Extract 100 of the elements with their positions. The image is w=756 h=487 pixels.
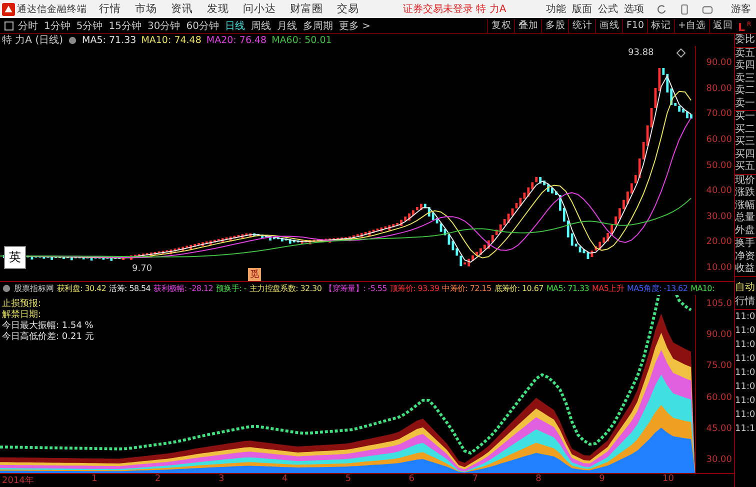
indicator-value: MA10: [690, 284, 714, 293]
quote-field-label: 涨跌 [735, 187, 756, 200]
quote-tab[interactable]: 行情 [735, 294, 756, 310]
quote-field-label: 买四 [735, 148, 756, 161]
indicator-axis-label: 105.0 [705, 299, 732, 309]
price-axis-label: 40.00 [705, 186, 732, 196]
event-marker[interactable]: 觅 [248, 268, 261, 281]
ma-value: MA20: 76.48 [206, 34, 267, 46]
menu-item[interactable]: 发现 [207, 2, 229, 16]
period-tab[interactable]: 日线 [224, 18, 245, 32]
refresh-icon[interactable] [656, 4, 668, 14]
indicator-value: 预换手: - [216, 283, 246, 294]
quote-field-label: 买一 [735, 111, 756, 124]
quote-field-label: 卖二 [735, 85, 756, 98]
indicator-value: 主力控盘系数: 32.30 [249, 283, 322, 294]
indicator-value: MA5: 71.33 [546, 284, 590, 293]
indicator-value: 【穿筹量】: -5.55 [324, 283, 387, 294]
price-axis-label: 60.00 [705, 134, 732, 145]
date-axis-label: 10 [662, 474, 674, 486]
indicator-value: 获利盘: 30.42 [57, 283, 106, 294]
period-tab[interactable]: 5分钟 [76, 18, 103, 32]
panel-toggle-icon[interactable] [4, 20, 14, 30]
price-axis-label: 30.00 [705, 212, 732, 222]
period-tab[interactable]: 1分钟 [44, 18, 70, 32]
indicator-note: 今日最大振幅: 1.54 % [2, 321, 94, 332]
indicator-value: 顶筹价: 93.39 [390, 283, 440, 294]
price-axis-label: 50.00 [705, 160, 732, 170]
indicator-axis-label: 75.00 [705, 361, 732, 372]
indicator-value: 活筹: 58.54 [109, 283, 151, 294]
date-axis-label: 2014年 [2, 474, 34, 487]
indicator-value: MA5角度: -13.62 [627, 283, 688, 294]
ime-indicator[interactable]: 英 [4, 246, 26, 269]
quote-field-label: 总量 [735, 212, 756, 224]
quote-field-label: 外盘 [735, 224, 756, 237]
date-axis-label: 4 [282, 474, 288, 486]
menu-item[interactable]: 财富圈 [290, 2, 323, 16]
tick-time: 11:1 [735, 422, 756, 436]
indicator-value: 获利极幅: -28.12 [154, 283, 214, 294]
tick-time: 11:0 [735, 394, 756, 408]
indicator-note: 止损预报: [2, 299, 42, 310]
price-axis-label: 10.00 [705, 263, 732, 273]
chart-title: 特 力A (日线) [2, 34, 64, 47]
price-axis-label: 20.00 [705, 237, 732, 248]
quote-field-label: 卖四 [735, 60, 756, 72]
indicator-axis-label: 45.00 [705, 424, 732, 434]
tick-time: 11:0 [735, 380, 756, 394]
quote-field-label: 涨幅 [735, 200, 756, 212]
period-tab[interactable]: 30分钟 [147, 18, 180, 32]
period-tab[interactable]: 60分钟 [186, 18, 219, 32]
menu-item[interactable]: 市场 [135, 2, 157, 16]
quote-field-label: 现价 [735, 174, 756, 186]
menu-item[interactable]: 公式 [598, 2, 618, 16]
diamond-icon[interactable] [676, 48, 686, 58]
date-axis-label: 9 [599, 474, 605, 486]
indicator-note: 解禁日期: [2, 310, 42, 320]
price-axis-label: 90.00 [705, 58, 732, 68]
high-price-label: 93.88 [628, 48, 654, 58]
message-icon[interactable] [702, 4, 714, 14]
quote-field-label: 卖三 [735, 72, 756, 84]
menu-item[interactable]: 资讯 [171, 2, 193, 16]
ma-value: MA5: 71.33 [82, 34, 136, 46]
user-label[interactable]: 游客 [731, 2, 752, 16]
quote-field-label: 买五 [735, 161, 756, 174]
period-tab[interactable]: 分时 [18, 18, 38, 32]
period-tab[interactable]: 月线 [276, 18, 297, 32]
menu-item[interactable]: 问小达 [243, 2, 276, 16]
price-axis-label: 80.00 [705, 84, 732, 94]
menu-item[interactable]: 选项 [624, 2, 644, 16]
price-axis-label: 70.00 [705, 109, 732, 120]
indicator-axis-label: 60.00 [705, 392, 732, 403]
phone-icon[interactable] [679, 4, 690, 14]
indicator-note: 今日高低价差: 0.21 元 [2, 332, 94, 343]
date-axis-label: 2 [155, 474, 161, 486]
low-price-label: 9.70 [132, 264, 152, 274]
indicator-value: MA5上升 [592, 283, 624, 294]
tick-time: 11:0 [735, 310, 756, 324]
quote-field-label: 卖一 [735, 98, 756, 110]
menu-item[interactable]: 行情 [99, 2, 121, 16]
menu-item[interactable]: 功能 [546, 2, 566, 16]
period-tab[interactable]: 周线 [250, 18, 271, 32]
tick-time: 11:0 [735, 352, 756, 366]
tick-time: 11:0 [735, 324, 756, 338]
indicator-axis-label: 90.00 [705, 330, 732, 340]
quote-field-label: 买二 [735, 124, 756, 136]
tick-time: 11:0 [735, 366, 756, 380]
menu-item[interactable]: 交易 [337, 2, 359, 16]
auto-mode-label[interactable]: 自动 [735, 280, 756, 294]
app-logo-icon [2, 2, 15, 16]
tick-time: 11:0 [735, 408, 756, 422]
indicator-value: 中筹价: 72.15 [442, 283, 492, 294]
indicator-axis-label: 30.00 [705, 454, 732, 465]
date-axis-label: 6 [408, 474, 415, 486]
quote-field-label: 收益 [735, 263, 756, 276]
date-axis-label: 7 [472, 474, 478, 486]
period-tab[interactable]: 更多 > [338, 18, 371, 32]
period-tab[interactable]: 15分钟 [108, 18, 142, 32]
menu-item[interactable]: 版面 [572, 2, 592, 16]
indicator-name: 股票指标网 [14, 283, 54, 294]
quote-field-label: 换手 [735, 238, 756, 250]
period-tab[interactable]: 多周期 [302, 18, 333, 32]
